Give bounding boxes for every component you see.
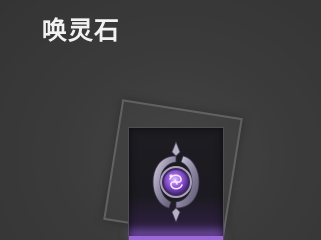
item-name: 唤灵石 <box>42 16 121 45</box>
rarity-glow <box>129 236 223 240</box>
summon-stone-icon <box>152 140 200 224</box>
item-card[interactable] <box>128 127 224 240</box>
item-reveal-screen: 唤灵石 <box>0 0 321 240</box>
